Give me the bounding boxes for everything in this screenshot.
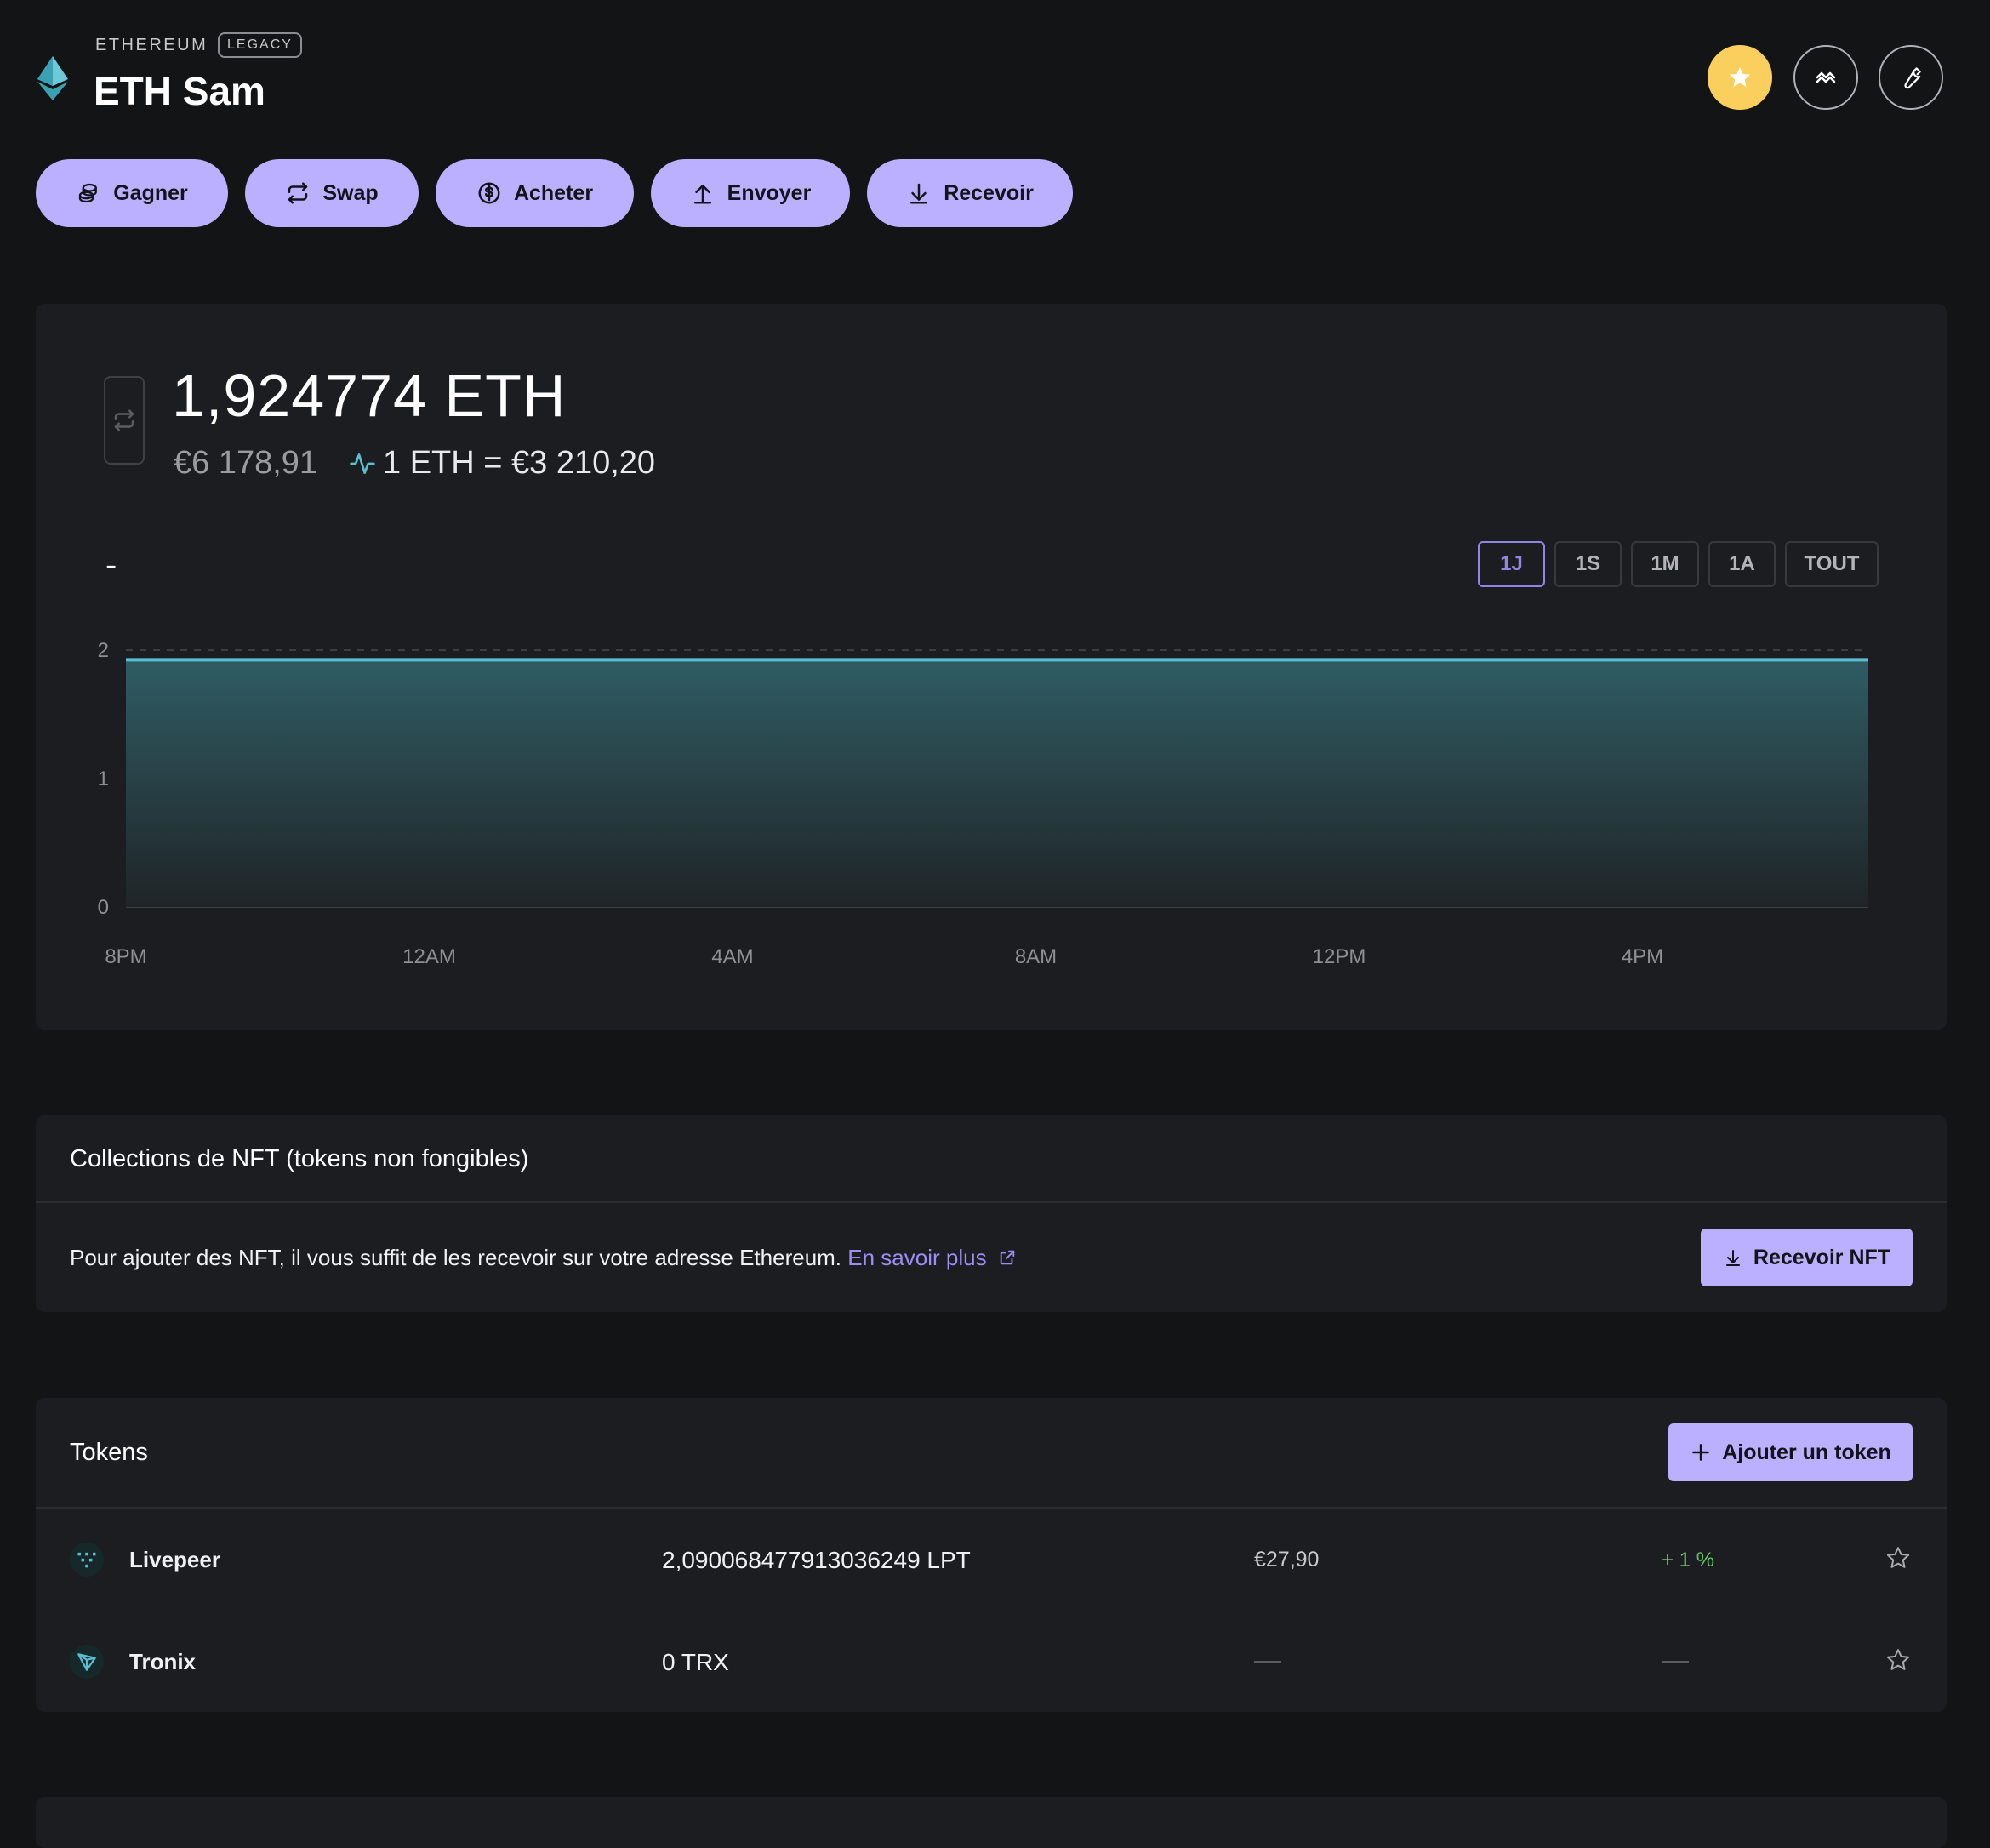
y-tick-label: 0 xyxy=(98,896,109,919)
learn-more-label: En savoir plus xyxy=(847,1245,987,1270)
chart-area xyxy=(126,659,1868,907)
plus-icon xyxy=(1692,1444,1710,1461)
add-token-button[interactable]: Ajouter un token xyxy=(1668,1423,1913,1481)
token-name: Tronix xyxy=(129,1649,197,1674)
nft-title: Collections de NFT (tokens non fongibles… xyxy=(70,1145,529,1172)
x-tick-label: 4AM xyxy=(711,945,753,968)
x-tick-label: 12PM xyxy=(1313,945,1366,968)
token-amount: 2,090068477913036249 LPT xyxy=(662,1547,971,1573)
nft-description: Pour ajouter des NFT, il vous suffit de … xyxy=(70,1245,1017,1271)
y-tick-label: 2 xyxy=(98,639,109,662)
star-outline-icon[interactable] xyxy=(1885,1647,1911,1673)
livepeer-icon xyxy=(70,1543,104,1577)
external-link-icon xyxy=(1000,1250,1015,1265)
nft-divider xyxy=(36,1201,1947,1203)
add-token-label: Ajouter un token xyxy=(1722,1440,1891,1464)
download-arrow-icon xyxy=(1725,1250,1740,1266)
token-row[interactable] xyxy=(36,1611,1947,1712)
token-value-empty xyxy=(1254,1661,1281,1663)
token-change-empty xyxy=(1662,1661,1689,1663)
learn-more-link[interactable]: En savoir plus xyxy=(847,1245,1017,1270)
y-tick-label: 1 xyxy=(98,767,109,790)
tokens-title: Tokens xyxy=(70,1439,148,1466)
x-tick-label: 4PM xyxy=(1622,945,1663,968)
receive-nft-button[interactable]: Recevoir NFT xyxy=(1701,1229,1913,1286)
balance-chart: 0 1 2 8PM 12AM 4AM 8AM 12PM 4PM xyxy=(98,639,1868,968)
receive-nft-label: Recevoir NFT xyxy=(1753,1245,1891,1269)
x-tick-label: 8PM xyxy=(105,945,146,968)
token-name: Livepeer xyxy=(129,1547,220,1572)
tokens-divider xyxy=(36,1507,1947,1509)
operations-card xyxy=(36,1797,1947,1848)
token-value: €27,90 xyxy=(1254,1548,1320,1571)
token-row[interactable] xyxy=(36,1509,1947,1611)
x-tick-label: 8AM xyxy=(1015,945,1057,968)
x-tick-label: 12AM xyxy=(402,945,456,968)
nft-description-text: Pour ajouter des NFT, il vous suffit de … xyxy=(70,1245,842,1270)
star-outline-icon[interactable] xyxy=(1885,1545,1911,1571)
token-amount: 0 TRX xyxy=(662,1649,729,1675)
tronix-icon xyxy=(70,1645,104,1679)
token-change: + 1 % xyxy=(1662,1549,1715,1571)
